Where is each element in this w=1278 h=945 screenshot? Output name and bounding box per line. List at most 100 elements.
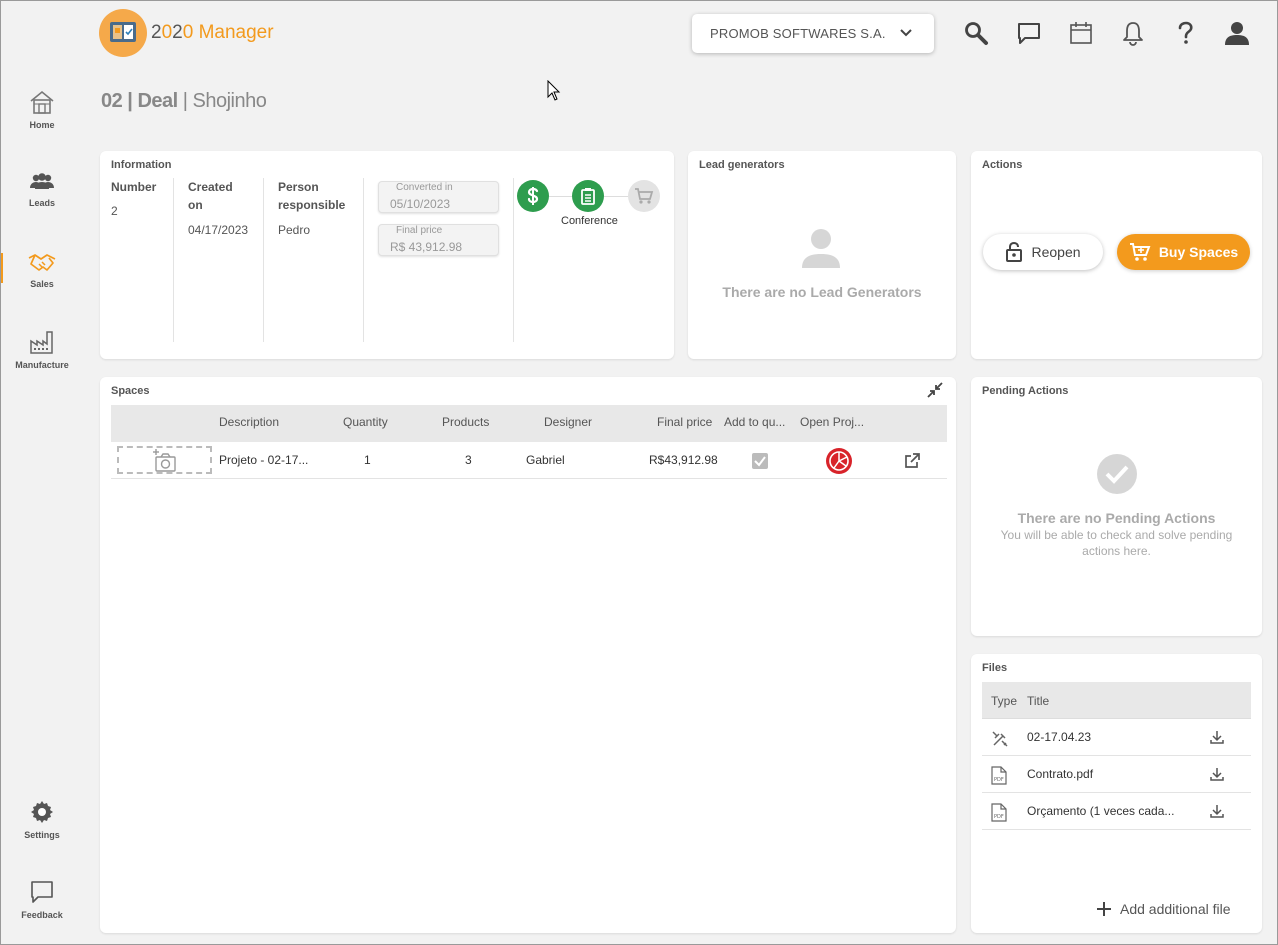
- bell-icon[interactable]: [1120, 20, 1146, 46]
- sidebar-item-manufacture[interactable]: Manufacture: [1, 329, 83, 370]
- add-file-button[interactable]: Add additional file: [1096, 901, 1231, 917]
- logo-icon: [110, 22, 136, 42]
- company-select-value: PROMOB SOFTWARES S.A.: [710, 26, 886, 41]
- buy-spaces-button[interactable]: Buy Spaces: [1117, 234, 1250, 270]
- clipboard-icon: [581, 188, 595, 205]
- converted-label: Converted in: [396, 182, 453, 193]
- step-payment[interactable]: [517, 180, 549, 212]
- app-logo[interactable]: [99, 9, 147, 57]
- step-buy[interactable]: [628, 180, 660, 212]
- sidebar-item-label: Manufacture: [15, 360, 69, 370]
- files-table-header: Type Title: [982, 682, 1251, 719]
- add-file-label: Add additional file: [1120, 901, 1231, 917]
- deal-id: 02 | Deal: [101, 90, 178, 112]
- pdf-badge-text: PDF: [994, 814, 1004, 820]
- cell-final-price: R$43,912.98: [649, 453, 718, 467]
- reopen-button[interactable]: Reopen: [983, 234, 1103, 270]
- col-type[interactable]: Type: [991, 694, 1017, 708]
- chat-icon: [31, 881, 53, 903]
- sidebar-item-label: Sales: [30, 279, 54, 289]
- created-label: Created on: [188, 180, 233, 212]
- divider: [263, 178, 264, 342]
- cart-icon: [635, 188, 654, 204]
- download-icon[interactable]: [1210, 804, 1224, 818]
- sidebar-item-feedback[interactable]: Feedback: [1, 879, 83, 920]
- step-connector: [604, 196, 628, 197]
- message-icon[interactable]: [1016, 20, 1042, 46]
- file-title: 02-17.04.23: [1027, 730, 1092, 744]
- download-icon[interactable]: [1210, 767, 1224, 781]
- col-add-to-quote[interactable]: Add to qu...: [724, 415, 785, 429]
- step-conference[interactable]: [572, 180, 604, 212]
- lead-generators-empty: There are no Lead Generators: [722, 284, 922, 300]
- created-value: 04/17/2023: [188, 223, 249, 237]
- actions-title: Actions: [982, 159, 1023, 171]
- pdf-badge-text: PDF: [994, 777, 1004, 783]
- dollar-icon: [527, 187, 539, 205]
- open-project-button[interactable]: [826, 448, 852, 474]
- step-connector: [549, 196, 573, 197]
- pending-empty-title: There are no Pending Actions: [1017, 510, 1216, 526]
- col-quantity[interactable]: Quantity: [343, 415, 388, 429]
- col-title[interactable]: Title: [1027, 694, 1049, 708]
- col-products[interactable]: Products: [442, 415, 489, 429]
- divider: [173, 178, 174, 342]
- lead-generators-title: Lead generators: [699, 159, 785, 171]
- pdf-icon: PDF: [991, 803, 1007, 822]
- check-circle-icon: [1097, 454, 1137, 494]
- handshake-icon: [28, 254, 56, 271]
- cell-quantity: 1: [364, 453, 371, 467]
- lead-generators-card: Lead generators There are no Lead Genera…: [688, 151, 956, 359]
- col-open-project[interactable]: Open Proj...: [800, 415, 864, 429]
- cart-icon: [1129, 243, 1151, 261]
- pending-actions-card: Pending Actions There are no Pending Act…: [971, 377, 1262, 636]
- search-icon[interactable]: [963, 20, 989, 46]
- file-title: Contrato.pdf: [1027, 767, 1094, 781]
- person-label: Person responsible: [278, 180, 346, 212]
- col-designer[interactable]: Designer: [544, 415, 592, 429]
- calendar-icon[interactable]: [1068, 20, 1094, 46]
- gear-icon: [31, 801, 53, 823]
- user-icon[interactable]: [1224, 20, 1250, 46]
- divider: [363, 178, 364, 342]
- number-label: Number: [111, 180, 157, 194]
- check-icon: [754, 456, 766, 467]
- converted-field: Converted in 05/10/2023: [378, 181, 499, 213]
- divider: [513, 178, 514, 342]
- information-title: Information: [111, 159, 172, 171]
- sidebar-item-sales[interactable]: Sales: [1, 250, 83, 289]
- file-row[interactable]: 02-17.04.23: [982, 719, 1251, 756]
- cell-description: Projeto - 02-17...: [219, 453, 309, 467]
- home-icon: [30, 90, 54, 114]
- buy-spaces-label: Buy Spaces: [1158, 244, 1239, 260]
- space-thumbnail-placeholder[interactable]: [117, 446, 212, 474]
- cell-designer: Gabriel: [526, 453, 565, 467]
- plus-icon: [1097, 902, 1111, 916]
- file-title: Orçamento (1 veces cada...: [1027, 804, 1175, 818]
- help-icon[interactable]: [1172, 20, 1198, 46]
- company-select[interactable]: PROMOB SOFTWARES S.A.: [692, 14, 934, 53]
- file-row[interactable]: PDF Orçamento (1 veces cada...: [982, 793, 1251, 830]
- mouse-cursor-icon: [547, 80, 561, 101]
- files-title: Files: [982, 662, 1008, 674]
- deal-name: Shojinho: [192, 90, 267, 112]
- collapse-icon[interactable]: [926, 381, 944, 399]
- add-photo-icon: [153, 449, 176, 472]
- col-description[interactable]: Description: [219, 415, 279, 429]
- converted-value: 05/10/2023: [390, 197, 451, 211]
- reopen-label: Reopen: [1031, 244, 1081, 260]
- download-icon[interactable]: [1210, 730, 1224, 744]
- factory-icon: [30, 331, 53, 354]
- person-value: Pedro: [278, 223, 311, 237]
- sidebar-item-leads[interactable]: Leads: [1, 171, 83, 208]
- add-to-quote-checkbox[interactable]: [752, 453, 768, 469]
- col-final-price[interactable]: Final price: [657, 415, 712, 429]
- person-placeholder-icon: [802, 229, 840, 268]
- sidebar-item-home[interactable]: Home: [1, 89, 83, 130]
- external-link-icon[interactable]: [903, 452, 921, 470]
- sidebar-item-settings[interactable]: Settings: [1, 799, 83, 840]
- pending-actions-title: Pending Actions: [982, 385, 1069, 397]
- chevron-down-icon: [900, 29, 912, 37]
- file-row[interactable]: PDF Contrato.pdf: [982, 756, 1251, 793]
- sidebar-item-label: Home: [29, 120, 55, 130]
